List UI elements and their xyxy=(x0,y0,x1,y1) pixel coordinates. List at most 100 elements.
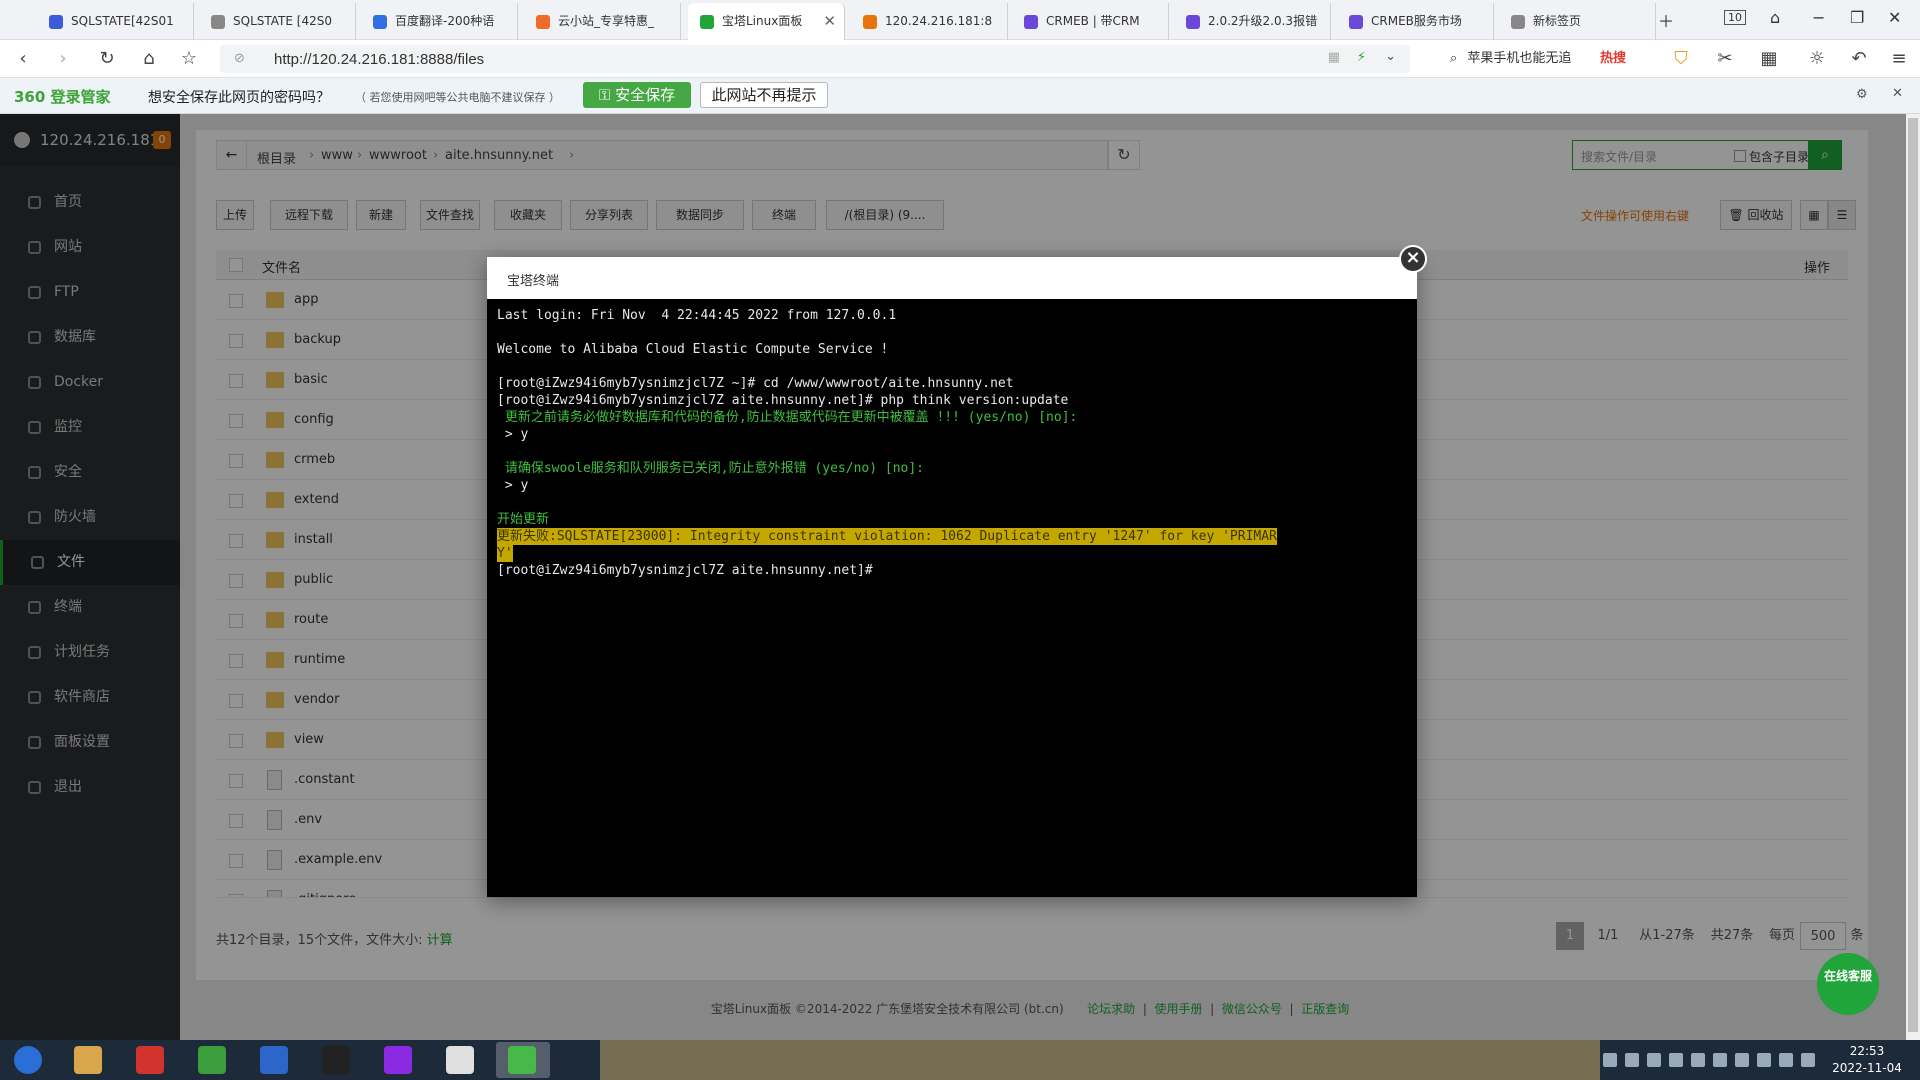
chevron-down-icon[interactable]: ⌄ xyxy=(1385,49,1396,64)
terminal-output[interactable]: Last login: Fri Nov 4 22:44:45 2022 from… xyxy=(487,299,1417,897)
tray-icon[interactable] xyxy=(1735,1053,1749,1067)
taskbar-browser-360[interactable] xyxy=(248,1042,302,1078)
reload-icon[interactable]: ↻ xyxy=(96,48,118,69)
qr-icon[interactable]: ▦ xyxy=(1328,50,1340,65)
forward-icon[interactable]: › xyxy=(52,48,74,69)
browser-tab-label: SQLSTATE [42S0 xyxy=(233,14,332,28)
browser-tab-strip: SQLSTATE[42S01 SQLSTATE [42S0 百度翻译-200种语 云小… xyxy=(0,0,1920,40)
minimize-button[interactable]: − xyxy=(1812,8,1825,27)
terminal-error-text: 更新失败:SQLSTATE[23000]: Integrity constrai… xyxy=(497,528,1277,545)
desktop-wallpaper-strip xyxy=(600,1040,1600,1080)
tray-icon[interactable] xyxy=(1757,1053,1771,1067)
shirt-icon[interactable]: ⌂ xyxy=(1770,8,1780,27)
pwbar-close-icon[interactable]: ✕ xyxy=(1892,86,1903,101)
tab-count-badge[interactable]: 10 xyxy=(1724,10,1746,25)
address-toolbar: ‹ › ↻ ⌂ ☆ ⊘ http://120.24.216.181:8888/f… xyxy=(0,40,1920,78)
terminal-line: 更新失败:SQLSTATE[23000]: Integrity constrai… xyxy=(497,528,1407,545)
browser-tab[interactable]: CRMEB | 带CRM xyxy=(1012,3,1169,40)
phpstorm-icon xyxy=(384,1046,412,1074)
back-icon[interactable]: ‹ xyxy=(12,48,34,69)
qq-icon xyxy=(322,1046,350,1074)
terminal-line: Last login: Fri Nov 4 22:44:45 2022 from… xyxy=(497,307,1407,324)
clock-date: 2022-11-04 xyxy=(1832,1061,1902,1075)
xuexi-icon xyxy=(136,1046,164,1074)
scissors-icon[interactable]: ✂ xyxy=(1714,48,1736,69)
safe-save-label: 安全保存 xyxy=(615,86,676,104)
taskbar-clock[interactable]: 22:53 2022-11-04 xyxy=(1822,1043,1912,1077)
windows-taskbar: 22:53 2022-11-04 xyxy=(0,1040,1920,1080)
translate-icon xyxy=(373,15,387,29)
page-icon xyxy=(1511,15,1525,29)
c-icon xyxy=(1024,15,1038,29)
browser-tab[interactable]: 宝塔Linux面板 ✕ xyxy=(688,3,845,40)
terminal-line-text: Last login: Fri Nov 4 22:44:45 2022 from… xyxy=(497,308,897,323)
browser-tab-label: CRMEB服务市场 xyxy=(1371,14,1462,28)
online-support-button[interactable]: 在线客服 xyxy=(1817,953,1879,1015)
url-field[interactable]: ⊘ http://120.24.216.181:8888/files ▦ ⚡ ⌄ xyxy=(220,45,1410,73)
taskbar-xuexi[interactable] xyxy=(124,1042,178,1078)
settings-gear-icon[interactable]: ⚙ xyxy=(1856,87,1868,102)
taskbar-phpstorm[interactable] xyxy=(372,1042,426,1078)
terminal-line: Welcome to Alibaba Cloud Elastic Compute… xyxy=(497,341,1407,358)
star-icon[interactable]: ☆ xyxy=(178,48,200,69)
logo-360: 360 登录管家 xyxy=(14,88,111,106)
scrollbar-thumb[interactable] xyxy=(1908,118,1918,1032)
clock-time: 22:53 xyxy=(1849,1044,1885,1058)
360se-icon xyxy=(508,1046,536,1074)
taskbar-chrome[interactable] xyxy=(434,1042,488,1078)
browser-tab[interactable]: 云小站_专享特惠_ xyxy=(524,3,681,40)
taskbar-start[interactable] xyxy=(2,1042,56,1078)
taskbar-360se[interactable] xyxy=(496,1042,550,1078)
restore-button[interactable]: ❐ xyxy=(1850,8,1864,27)
terminal-line: > y xyxy=(497,426,1407,443)
taskbar-wechat[interactable] xyxy=(186,1042,240,1078)
taskbar-explorer[interactable] xyxy=(62,1042,116,1078)
page-scrollbar[interactable] xyxy=(1906,114,1920,1040)
safe-save-button[interactable]: ⚿ 安全保存 xyxy=(583,82,691,108)
modal-close-icon[interactable]: × xyxy=(1399,245,1427,273)
extension-shield-icon[interactable]: ⛉ xyxy=(1670,48,1692,69)
tray-icon[interactable] xyxy=(1625,1053,1639,1067)
terminal-line: [root@iZwz94i6myb7ysnimzjcl7Z aite.hnsun… xyxy=(497,392,1407,409)
brightness-icon[interactable]: ☼ xyxy=(1806,48,1828,69)
hot-search-label: 热搜 xyxy=(1600,51,1627,66)
browser-tab[interactable]: SQLSTATE [42S0 xyxy=(199,3,356,40)
new-tab-button[interactable]: ＋ xyxy=(1658,8,1674,32)
tray-icon[interactable] xyxy=(1713,1053,1727,1067)
tray-icon[interactable] xyxy=(1647,1053,1661,1067)
browser-tab[interactable]: 2.0.2升级2.0.3报错 xyxy=(1174,3,1331,40)
terminal-line: [root@iZwz94i6myb7ysnimzjcl7Z ~]# cd /ww… xyxy=(497,375,1407,392)
lightning-icon[interactable]: ⚡ xyxy=(1357,50,1366,65)
gear-icon xyxy=(49,15,63,29)
tab-close-icon[interactable]: ✕ xyxy=(823,3,836,40)
browser-tab[interactable]: SQLSTATE[42S01 xyxy=(37,3,194,40)
browser-tab-label: 新标签页 xyxy=(1533,14,1582,28)
c-icon xyxy=(1349,15,1363,29)
apps-grid-icon[interactable]: ▦ xyxy=(1758,48,1780,69)
wechat-icon xyxy=(198,1046,226,1074)
browser-tab-label: 2.0.2升级2.0.3报错 xyxy=(1208,14,1318,28)
page-icon xyxy=(211,15,225,29)
browser-tab[interactable]: 新标签页 xyxy=(1499,3,1656,40)
browser-tab[interactable]: 百度翻译-200种语 xyxy=(361,3,518,40)
undo-icon[interactable]: ↶ xyxy=(1848,48,1870,69)
terminal-line-text: Welcome to Alibaba Cloud Elastic Compute… xyxy=(497,342,889,357)
search-suggestion[interactable]: ⌕ 苹果手机也能无追 热搜 xyxy=(1450,45,1685,73)
browser-tab[interactable]: CRMEB服务市场 xyxy=(1337,3,1494,40)
tray-icon[interactable] xyxy=(1603,1053,1617,1067)
cloud-icon xyxy=(536,15,550,29)
site-info-icon[interactable]: ⊘ xyxy=(234,51,245,66)
home-icon[interactable]: ⌂ xyxy=(138,48,160,69)
no-prompt-button[interactable]: 此网站不再提示 xyxy=(700,82,828,108)
tray-icon[interactable] xyxy=(1669,1053,1683,1067)
tray-icon[interactable] xyxy=(1691,1053,1705,1067)
taskbar-qq[interactable] xyxy=(310,1042,364,1078)
tray-icon[interactable] xyxy=(1779,1053,1793,1067)
window-close-button[interactable]: ✕ xyxy=(1888,8,1901,27)
terminal-modal-title: 宝塔终端 xyxy=(507,274,560,289)
menu-icon[interactable]: ≡ xyxy=(1888,48,1910,69)
terminal-line: 更新之前请务必做好数据库和代码的备份,防止数据或代码在更新中被覆盖 !!! (y… xyxy=(497,409,1407,426)
browser-tab[interactable]: 120.24.216.181:8 xyxy=(851,3,1008,40)
tray-icon[interactable] xyxy=(1801,1053,1815,1067)
